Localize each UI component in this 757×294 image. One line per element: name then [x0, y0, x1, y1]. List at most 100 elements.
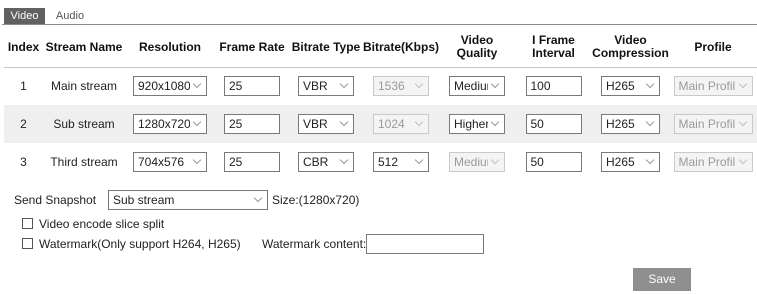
- chevron-down-icon: [192, 80, 202, 89]
- chevron-down-icon: [414, 155, 424, 165]
- frame-rate-input[interactable]: 25: [224, 152, 280, 172]
- header-compression-line2: Compression: [592, 46, 669, 61]
- row-stream-name: Main stream: [43, 67, 125, 105]
- video-quality-value: Higher: [454, 117, 488, 131]
- video-quality-select[interactable]: Mediur: [449, 76, 505, 97]
- header-video-quality: Video Quality: [439, 28, 515, 68]
- video-quality-value: Mediur: [454, 155, 488, 169]
- tab-bar: Video Audio: [0, 0, 757, 25]
- compression-select[interactable]: H265: [601, 76, 660, 97]
- frame-rate-value: 25: [229, 155, 243, 169]
- resolution-value: 704x576: [138, 155, 185, 169]
- snapshot-label: Send Snapshot: [14, 193, 97, 207]
- compression-select[interactable]: H265: [601, 114, 660, 134]
- watermark-option: Watermark(Only support H264, H265): [22, 236, 241, 252]
- video-quality-value: Mediur: [454, 79, 488, 94]
- table-row: 3 Third stream 704x576 25 CBR 512 Mediur…: [4, 143, 757, 181]
- bitrate-type-value: CBR: [303, 155, 329, 169]
- i-frame-interval-input[interactable]: 100: [525, 76, 582, 97]
- compression-select[interactable]: H265: [601, 152, 660, 172]
- profile-value: Main Profil: [678, 155, 736, 169]
- chevron-down-icon: [645, 80, 655, 89]
- resolution-select[interactable]: 1280x720: [133, 114, 207, 134]
- profile-value: Main Profil: [678, 79, 736, 94]
- chevron-down-icon: [339, 155, 349, 165]
- frame-rate-input[interactable]: 25: [224, 114, 280, 134]
- header-i-frame-line1: I Frame: [532, 33, 575, 48]
- header-profile: Profile: [669, 28, 757, 68]
- snapshot-size-text: Size:(1280x720): [272, 193, 360, 207]
- header-i-frame-interval: I Frame Interval: [515, 28, 592, 68]
- row-index: 1: [4, 67, 43, 105]
- row-stream-name: Third stream: [43, 143, 125, 181]
- slice-split-label: Video encode slice split: [39, 217, 165, 231]
- row-stream-name: Sub stream: [43, 105, 125, 143]
- bitrate-value: 1024: [378, 117, 405, 131]
- watermark-content-input[interactable]: [366, 234, 484, 254]
- chevron-down-icon: [414, 80, 424, 89]
- chevron-down-icon: [645, 117, 655, 127]
- table-row: 1 Main stream 920x1080 25 VBR 1536 Mediu…: [4, 67, 757, 105]
- resolution-value: 1280x720: [138, 117, 190, 131]
- slice-split-checkbox[interactable]: [22, 218, 33, 230]
- header-i-frame-line2: Interval: [532, 46, 575, 61]
- compression-value: H265: [606, 155, 635, 169]
- frame-rate-value: 25: [229, 117, 243, 131]
- tab-audio[interactable]: Audio: [50, 8, 90, 24]
- video-quality-select[interactable]: Higher: [449, 114, 505, 134]
- chevron-down-icon: [738, 155, 747, 165]
- table-header-row: Index Stream Name Resolution Frame Rate …: [4, 28, 757, 68]
- bitrate-type-select[interactable]: VBR: [298, 76, 354, 97]
- resolution-select[interactable]: 704x576: [133, 152, 207, 172]
- profile-select: Main Profil: [673, 114, 753, 134]
- header-bitrate-type: Bitrate Type: [289, 28, 363, 68]
- profile-select: Main Profil: [673, 152, 753, 172]
- header-resolution: Resolution: [125, 28, 215, 68]
- i-frame-value: 50: [530, 117, 544, 131]
- bitrate-select: 1024: [373, 114, 429, 134]
- stream-settings-table: Index Stream Name Resolution Frame Rate …: [4, 28, 757, 181]
- bitrate-value: 512: [378, 155, 399, 169]
- tab-divider: [2, 24, 757, 25]
- bitrate-type-select[interactable]: CBR: [298, 152, 354, 172]
- bitrate-type-select[interactable]: VBR: [298, 114, 354, 134]
- chevron-down-icon: [738, 117, 747, 127]
- chevron-down-icon: [339, 117, 349, 127]
- row-index: 3: [4, 143, 43, 181]
- video-quality-select: Mediur: [449, 152, 505, 172]
- slice-split-option: Video encode slice split: [22, 216, 164, 232]
- chevron-down-icon: [192, 155, 202, 165]
- chevron-down-icon: [253, 193, 263, 203]
- bitrate-select[interactable]: 512: [373, 152, 429, 172]
- chevron-down-icon: [192, 117, 202, 127]
- watermark-label: Watermark(Only support H264, H265): [39, 237, 241, 251]
- tab-video[interactable]: Video: [4, 8, 45, 24]
- header-compression-line1: Video: [614, 33, 647, 48]
- chevron-down-icon: [490, 117, 500, 127]
- frame-rate-input[interactable]: 25: [224, 76, 280, 97]
- i-frame-interval-input[interactable]: 50: [525, 114, 582, 134]
- profile-select: Main Profil: [673, 76, 753, 97]
- table-row: 2 Sub stream 1280x720 25 VBR 1024 Higher…: [4, 105, 757, 143]
- i-frame-interval-input[interactable]: 50: [525, 152, 582, 172]
- watermark-checkbox[interactable]: [22, 238, 33, 250]
- bitrate-select: 1536: [373, 76, 429, 97]
- watermark-content-label: Watermark content:: [262, 237, 367, 251]
- snapshot-stream-select[interactable]: Sub stream: [108, 190, 268, 210]
- compression-value: H265: [606, 79, 635, 94]
- bitrate-value: 1536: [378, 79, 405, 94]
- header-bitrate: Bitrate(Kbps): [363, 28, 439, 68]
- chevron-down-icon: [738, 80, 747, 89]
- chevron-down-icon: [645, 155, 655, 165]
- save-button[interactable]: Save: [633, 268, 691, 291]
- resolution-select[interactable]: 920x1080: [133, 76, 207, 97]
- bitrate-type-value: VBR: [303, 117, 328, 131]
- chevron-down-icon: [490, 155, 500, 165]
- i-frame-value: 100: [530, 79, 551, 94]
- resolution-value: 920x1080: [138, 79, 190, 94]
- frame-rate-value: 25: [229, 79, 243, 94]
- bitrate-type-value: VBR: [303, 79, 328, 94]
- header-frame-rate: Frame Rate: [215, 28, 289, 68]
- i-frame-value: 50: [530, 155, 544, 169]
- profile-value: Main Profil: [678, 117, 736, 131]
